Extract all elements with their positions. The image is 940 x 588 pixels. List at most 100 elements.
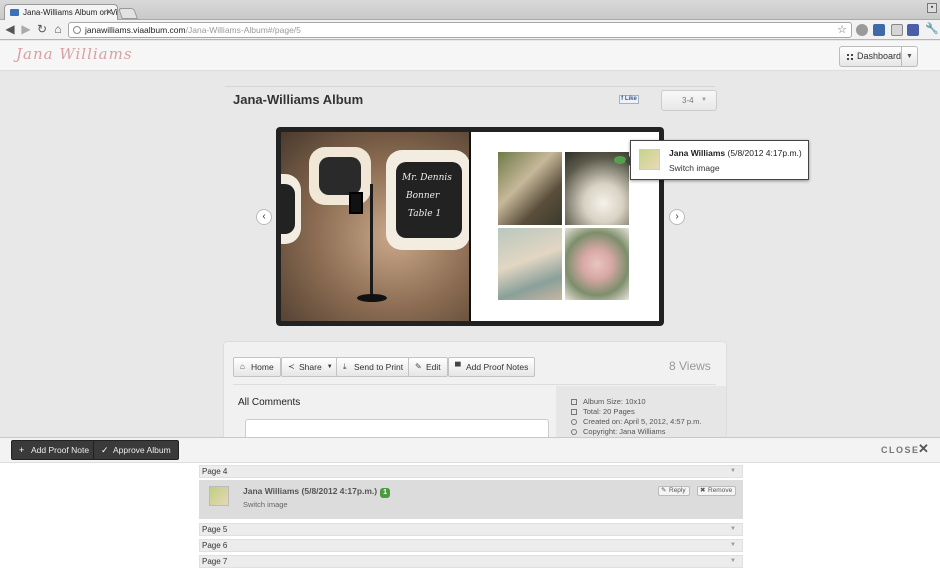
tooltip-author: Jana Williams (5/8/2012 4:17p.m.): [669, 148, 802, 158]
remove-label: Remove: [708, 487, 733, 494]
close-proof-panel-label[interactable]: CLOSE: [881, 445, 920, 455]
tooltip-arrow: [625, 155, 631, 167]
album-viewer: Mr. Dennis Bonner Table 1: [276, 127, 664, 326]
like-label: Like: [624, 96, 637, 102]
grid-icon: [847, 54, 853, 60]
proof-note-tooltip: Jana Williams (5/8/2012 4:17p.m.) Switch…: [625, 140, 809, 180]
info-created-on-text: Created on: April 5, 2012, 4:57 p.m.: [583, 417, 702, 426]
avatar: [209, 486, 229, 506]
send-to-print-label: Send to Print: [354, 362, 404, 372]
dashboard-label: Dashboard: [857, 51, 902, 61]
chevron-down-icon: ▼: [730, 558, 736, 564]
share-icon: ≺: [288, 362, 295, 371]
site-logo[interactable]: Jana Williams: [16, 45, 133, 63]
photo-roses[interactable]: [565, 228, 629, 300]
share-button[interactable]: ≺ Share ▼: [281, 357, 339, 377]
page-row-7[interactable]: Page 7 ▼: [199, 555, 743, 568]
home-button[interactable]: ⌂ Home: [233, 357, 281, 377]
approve-album-label: Approve Album: [113, 445, 171, 455]
close-icon[interactable]: ✕: [918, 441, 929, 457]
prev-page-button[interactable]: ‹: [256, 209, 272, 225]
pencil-icon: ✎: [661, 487, 667, 494]
dashboard-dropdown-caret[interactable]: ▼: [901, 46, 918, 67]
forward-icon[interactable]: ▶: [19, 22, 33, 36]
wrench-icon[interactable]: 🔧: [925, 22, 939, 35]
proof-comment-badge: 1: [380, 488, 391, 498]
info-copyright: Copyright: Jana Williams: [571, 427, 666, 436]
share-button-label: Share: [299, 362, 322, 372]
place-card-line-1: Mr. Dennis: [402, 173, 452, 183]
page-row-4[interactable]: Page 4 ▼: [199, 465, 743, 478]
extension-window-icon[interactable]: [891, 24, 903, 36]
title-divider: [225, 86, 715, 87]
remove-button[interactable]: ✖ Remove: [697, 486, 737, 496]
page-row-6[interactable]: Page 6 ▼: [199, 539, 743, 552]
dashboard-button[interactable]: Dashboard: [839, 46, 902, 67]
home-icon[interactable]: ⌂: [51, 22, 65, 36]
address-bar[interactable]: janawilliams.viaalbum.com/Jana-Williams-…: [68, 22, 852, 38]
avatar: [639, 149, 660, 170]
browser-tab-strip: Jana-Williams Album on Vial ✕ ▪: [0, 0, 940, 21]
home-button-label: Home: [251, 362, 274, 372]
tab-close-icon[interactable]: ✕: [105, 5, 113, 20]
lamp-head: [349, 192, 363, 214]
clock-icon: [571, 419, 577, 425]
panel-divider: [233, 384, 716, 385]
window-control-icon[interactable]: ▪: [927, 3, 937, 13]
place-card-left: [281, 174, 301, 244]
view-count: 8 Views: [669, 359, 711, 373]
site-header: Jana Williams Dashboard ▼: [0, 41, 940, 71]
page-row-5[interactable]: Page 5 ▼: [199, 523, 743, 536]
info-total-pages-text: Total: 20 Pages: [583, 407, 635, 416]
info-album-size: Album Size: 10x10: [571, 397, 646, 406]
browser-tab[interactable]: Jana-Williams Album on Vial ✕: [4, 4, 118, 21]
place-card-main: Mr. Dennis Bonner Table 1: [386, 150, 469, 250]
reply-button[interactable]: ✎ Reply: [658, 486, 690, 496]
proof-comment-name: Jana Williams: [243, 486, 300, 496]
page-row-6-label: Page 6: [202, 541, 228, 550]
info-created-on: Created on: April 5, 2012, 4:57 p.m.: [571, 417, 701, 426]
chevron-down-icon: ▼: [730, 526, 736, 532]
edit-button-label: Edit: [426, 362, 441, 372]
proof-comment-author: Jana Williams (5/8/2012 4:17p.m.) 1: [243, 486, 391, 498]
add-proof-note-label: Add Proof Note: [31, 445, 90, 455]
approve-album-button[interactable]: ✓ Approve Album: [93, 440, 179, 460]
globe-icon: [73, 26, 81, 34]
proof-comment-date: (5/8/2012 4:17p.m.): [301, 486, 378, 496]
next-page-button[interactable]: ›: [669, 209, 685, 225]
add-proof-notes-label: Add Proof Notes: [466, 362, 529, 372]
page-selector[interactable]: 3-4 ▼: [661, 90, 717, 111]
back-icon[interactable]: ◀: [3, 22, 17, 36]
chevron-down-icon: ▼: [730, 468, 736, 474]
house-icon: ⌂: [240, 362, 245, 371]
album-title: Jana-Williams Album: [233, 92, 364, 107]
all-comments-heading: All Comments: [238, 397, 301, 408]
facebook-like-button[interactable]: f Like: [619, 95, 639, 104]
lamp-post: [370, 184, 373, 302]
new-tab-button[interactable]: [117, 8, 139, 19]
extension-blue-icon[interactable]: [873, 24, 885, 36]
page-row-5-label: Page 5: [202, 525, 228, 534]
extension-gear-icon[interactable]: [856, 24, 868, 36]
plus-icon: +: [19, 445, 25, 455]
browser-toolbar: ◀ ▶ ↻ ⌂ janawilliams.viaalbum.com/Jana-W…: [0, 20, 940, 40]
album-page-left[interactable]: Mr. Dennis Bonner Table 1: [281, 132, 469, 321]
photo-table-setting[interactable]: [498, 228, 562, 300]
browser-tab-title: Jana-Williams Album on Vial: [23, 8, 118, 17]
bookmark-star-icon[interactable]: ☆: [837, 23, 847, 37]
photo-bottles[interactable]: [498, 152, 562, 225]
tooltip-author-name: Jana Williams: [669, 148, 726, 158]
tooltip-date: (5/8/2012 4:17p.m.): [727, 148, 802, 158]
proof-comment-text: Switch image: [243, 500, 288, 509]
edit-button[interactable]: ✎ Edit: [408, 357, 448, 377]
add-proof-note-button[interactable]: + Add Proof Note: [11, 440, 98, 460]
extension-doc-icon[interactable]: [907, 24, 919, 36]
page-row-7-label: Page 7: [202, 557, 228, 566]
send-to-print-button[interactable]: ⤓ Send to Print: [336, 357, 411, 377]
chevron-down-icon: ▼: [326, 364, 333, 370]
comment-icon: ▀: [455, 362, 461, 371]
add-proof-notes-button[interactable]: ▀ Add Proof Notes: [448, 357, 536, 377]
check-icon: ✓: [101, 445, 109, 455]
x-icon: ✖: [700, 487, 706, 494]
reload-icon[interactable]: ↻: [35, 22, 49, 36]
